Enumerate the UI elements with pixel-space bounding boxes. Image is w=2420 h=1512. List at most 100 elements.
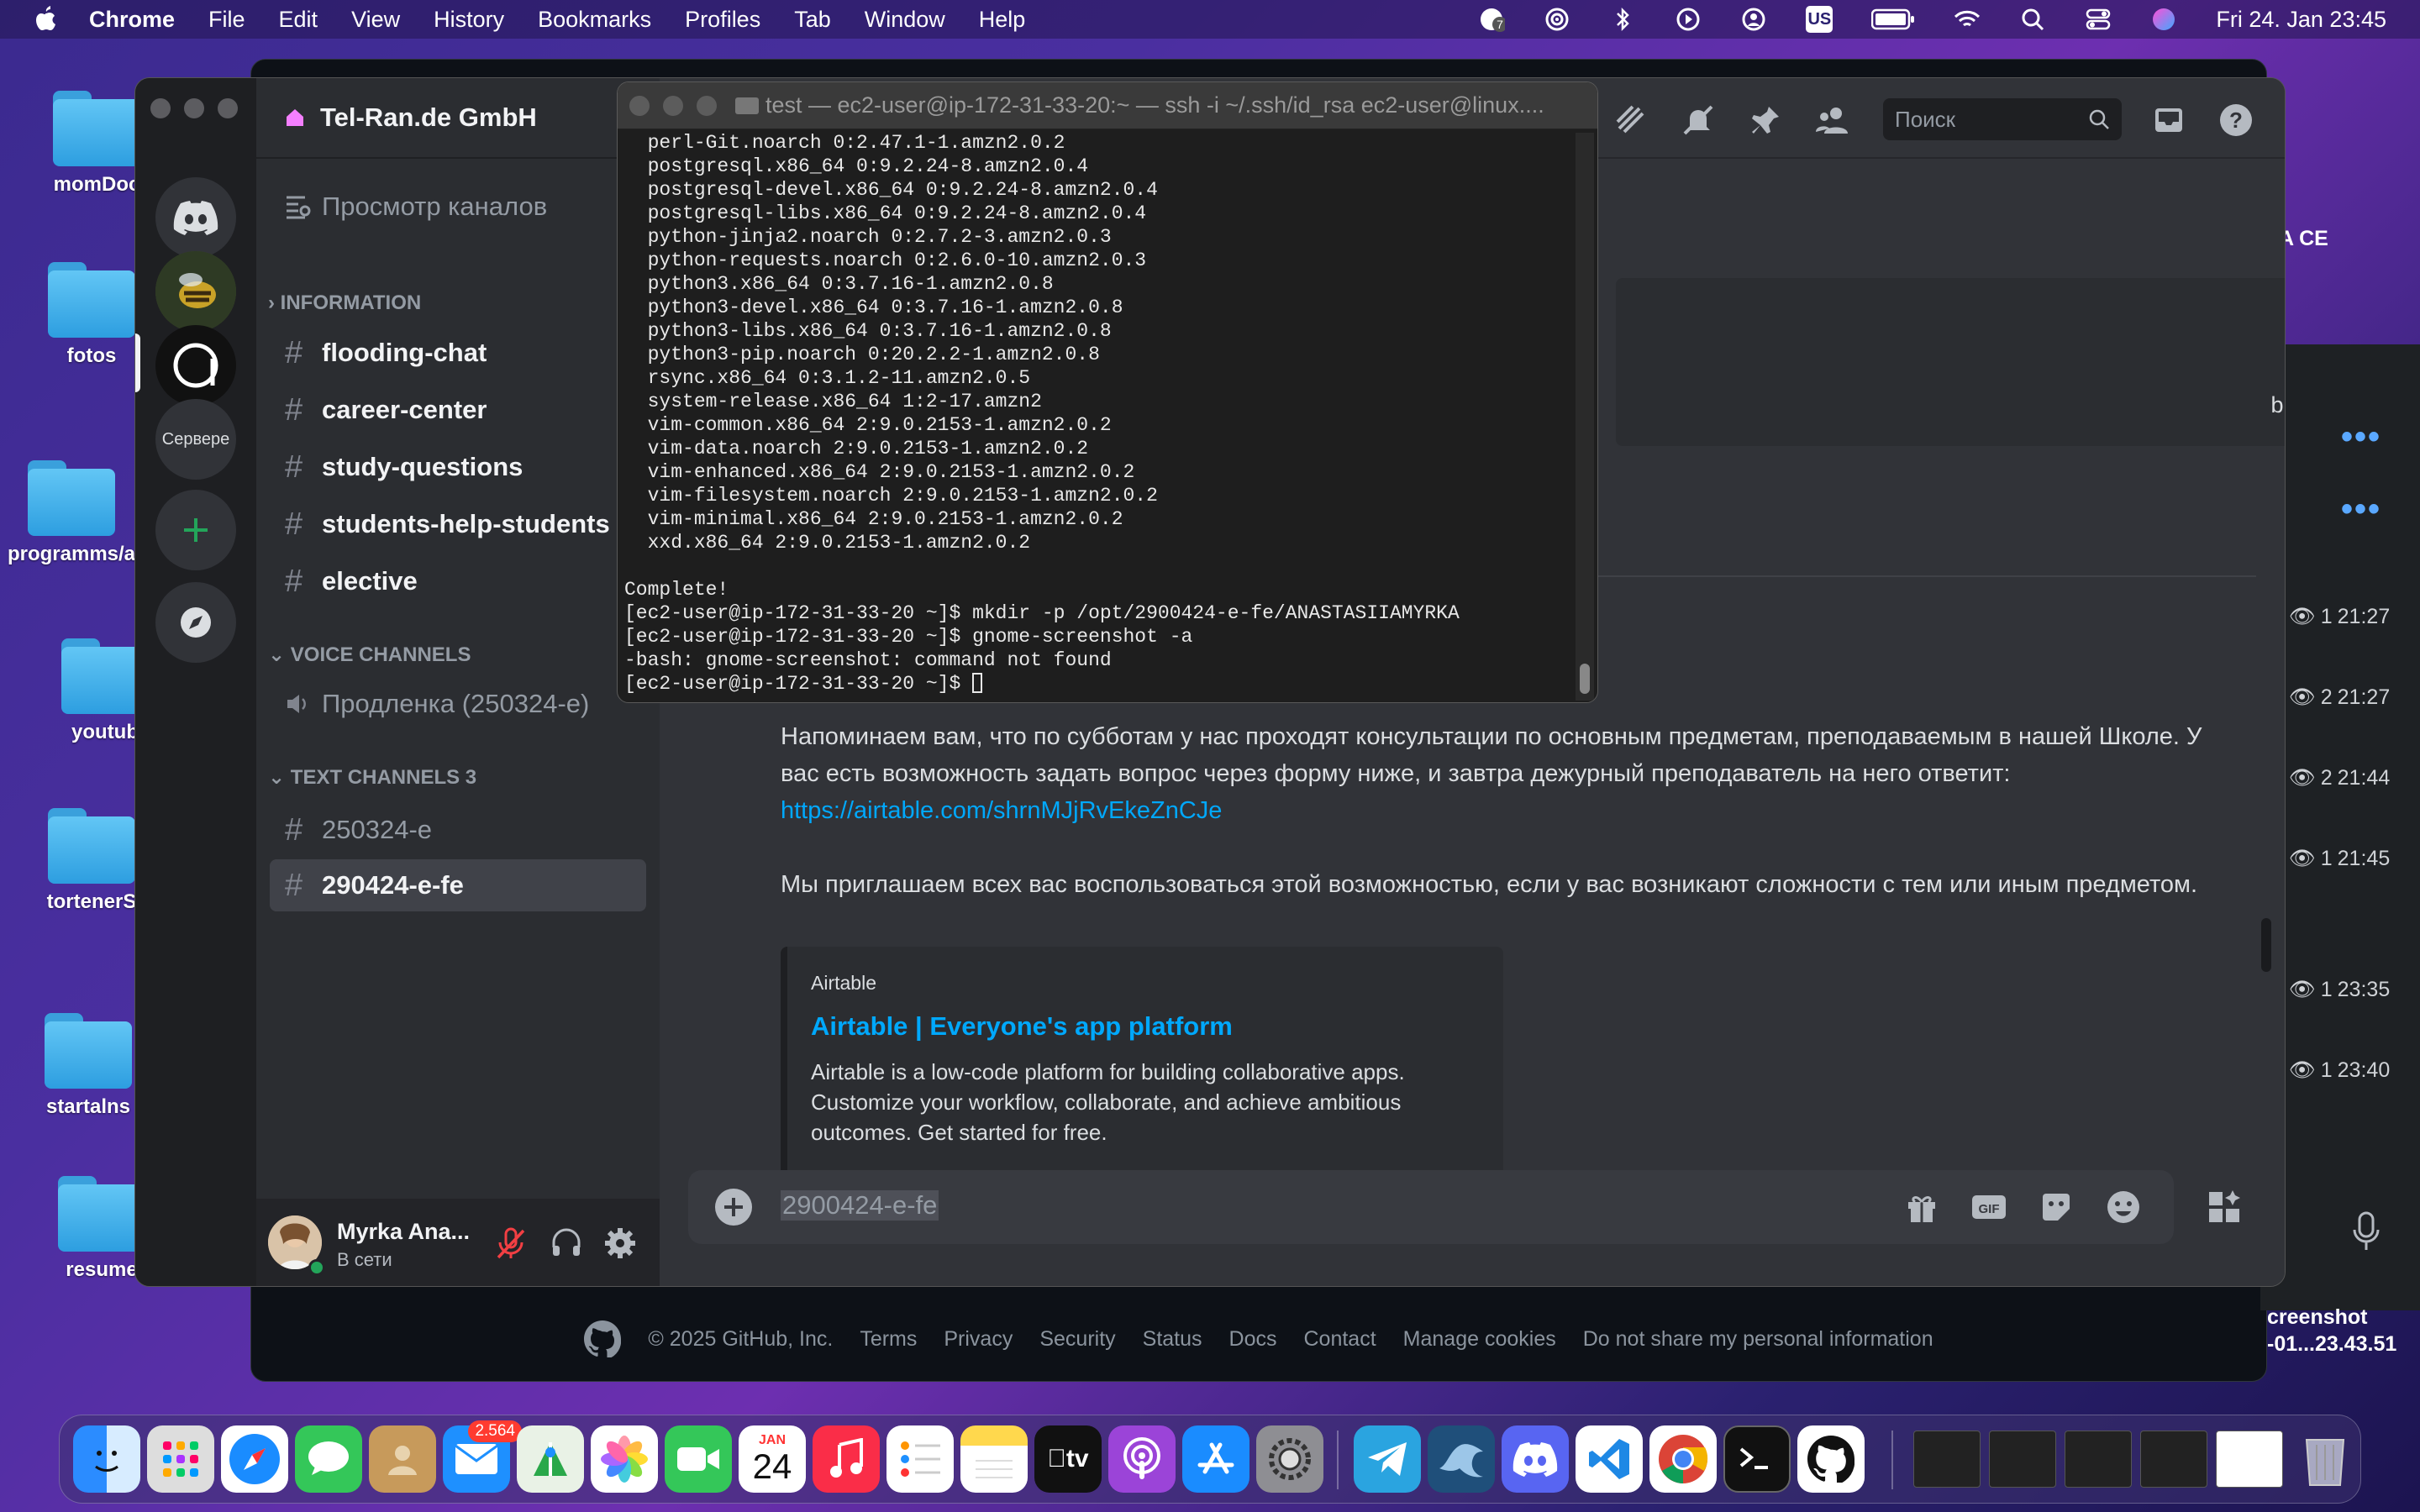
contacts-icon[interactable] <box>369 1425 436 1493</box>
airdrop-icon[interactable] <box>1544 6 1570 33</box>
category-text-channels[interactable]: ⌄ TEXT CHANNELS 3 <box>268 765 476 790</box>
chrome-icon[interactable] <box>1649 1425 1717 1493</box>
message-composer[interactable]: 2900424-e-fe GIF <box>688 1170 2174 1244</box>
headphones-icon[interactable] <box>549 1226 584 1261</box>
menu-history[interactable]: History <box>434 7 504 33</box>
footer-link-privacy[interactable]: Privacy <box>944 1327 1013 1352</box>
category-voice-channels[interactable]: ⌄ VOICE CHANNELS <box>268 643 471 667</box>
finder-icon[interactable] <box>73 1425 140 1493</box>
window-zoom-button[interactable] <box>218 98 238 118</box>
minimized-window-thumbnail[interactable] <box>2216 1431 2283 1488</box>
user-name[interactable]: Myrka Ana... <box>337 1219 470 1245</box>
spotlight-icon[interactable] <box>2019 6 2046 33</box>
gift-icon[interactable] <box>1902 1189 1942 1226</box>
system-settings-icon[interactable] <box>1256 1425 1323 1493</box>
embed-provider[interactable]: Airtable <box>811 972 1480 995</box>
desktop-folder-programms[interactable]: programms/a <box>0 460 143 566</box>
bluetooth-icon[interactable] <box>1609 6 1636 33</box>
mysql-workbench-icon[interactable] <box>1428 1425 1495 1493</box>
channel-flooding-chat[interactable]: # flooding-chat <box>270 327 646 379</box>
menu-profiles[interactable]: Profiles <box>685 7 760 33</box>
server-header[interactable]: Tel-Ran.de GmbH <box>256 78 660 159</box>
terminal-scrollbar[interactable] <box>1576 133 1594 701</box>
menu-help[interactable]: Help <box>979 7 1026 33</box>
menu-app-name[interactable]: Chrome <box>89 7 175 33</box>
menu-view[interactable]: View <box>351 7 400 33</box>
control-center-icon[interactable] <box>2085 6 2112 33</box>
voice-channel-prodlenka[interactable]: Продленка (250324-е) <box>270 678 646 730</box>
terminal-close-button[interactable] <box>629 96 650 116</box>
minimized-window-thumbnail[interactable] <box>2140 1431 2207 1488</box>
keyboard-layout-icon[interactable]: US <box>1806 6 1833 33</box>
attach-plus-icon[interactable] <box>713 1187 754 1227</box>
wifi-icon[interactable] <box>1954 6 1981 33</box>
menu-window[interactable]: Window <box>865 7 945 33</box>
battery-icon[interactable] <box>1871 6 1915 33</box>
apple-tv-icon[interactable]: tv <box>1034 1425 1102 1493</box>
photos-icon[interactable] <box>591 1425 658 1493</box>
microphone-icon[interactable] <box>2349 1210 2383 1253</box>
github-desktop-icon[interactable] <box>1797 1425 1865 1493</box>
minimized-window-thumbnail[interactable] <box>1913 1431 1981 1488</box>
help-icon[interactable]: ? <box>2217 102 2254 139</box>
explore-servers-icon[interactable] <box>155 582 236 663</box>
message-input[interactable]: 2900424-e-fe <box>781 1190 939 1221</box>
reminders-icon[interactable] <box>886 1425 954 1493</box>
window-minimize-button[interactable] <box>184 98 204 118</box>
minimized-window-thumbnail[interactable] <box>1989 1431 2056 1488</box>
more-icon[interactable]: ••• <box>2341 418 2381 456</box>
calendar-icon[interactable]: JAN 24 <box>739 1425 806 1493</box>
footer-link-security[interactable]: Security <box>1039 1327 1115 1352</box>
discord-home-icon[interactable] <box>155 177 236 258</box>
github-logo-icon[interactable] <box>584 1320 622 1357</box>
mail-icon[interactable]: 2.564 <box>443 1420 522 1493</box>
channel-290424-e-fe[interactable]: #290424-e-fe <box>270 859 646 911</box>
desktop-label-right[interactable]: A CE <box>2279 227 2328 251</box>
category-information[interactable]: › INFORMATION <box>268 291 421 315</box>
footer-link-docs[interactable]: Docs <box>1229 1327 1277 1352</box>
footer-link-manage-cookies[interactable]: Manage cookies <box>1403 1327 1556 1352</box>
footer-link-terms[interactable]: Terms <box>860 1327 917 1352</box>
footer-link-status[interactable]: Status <box>1143 1327 1202 1352</box>
notes-icon[interactable] <box>960 1425 1028 1493</box>
channel-students-help-students[interactable]: # students-help-students <box>270 498 646 550</box>
vscode-icon[interactable] <box>1576 1425 1643 1493</box>
desktop-screenshot-file[interactable]: creenshot -01...23.43.51 <box>2267 1304 2396 1357</box>
embed-title[interactable]: Airtable | Everyone's app platform <box>811 1011 1480 1042</box>
menu-file[interactable]: File <box>208 7 245 33</box>
channel-elective[interactable]: # elective <box>270 555 646 607</box>
user-settings-gear-icon[interactable] <box>602 1226 638 1261</box>
inbox-icon[interactable] <box>2150 102 2187 139</box>
apps-icon[interactable] <box>2204 1189 2244 1226</box>
menu-tab[interactable]: Tab <box>794 7 831 33</box>
menu-clock[interactable]: Fri 24. Jan 23:45 <box>2216 7 2386 33</box>
threads-icon[interactable] <box>1612 102 1649 139</box>
channel-250324-e[interactable]: #250324-e <box>270 804 646 856</box>
menu-edit[interactable]: Edit <box>279 7 318 33</box>
mute-microphone-icon[interactable] <box>493 1226 529 1261</box>
airtable-link[interactable]: https://airtable.com/shrnMJjRvEkeZnCJe <box>781 797 1222 824</box>
launchpad-icon[interactable] <box>147 1425 214 1493</box>
play-icon[interactable] <box>1675 6 1702 33</box>
channel-study-questions[interactable]: # study-questions <box>270 441 646 493</box>
safari-icon[interactable] <box>221 1425 288 1493</box>
maps-icon[interactable] <box>517 1425 584 1493</box>
server-guild-text[interactable]: Сервере <box>155 399 236 480</box>
terminal-dock-icon[interactable] <box>1723 1425 1791 1493</box>
messages-icon[interactable] <box>295 1425 362 1493</box>
notifications-icon[interactable]: 7 <box>1478 6 1506 33</box>
trash-icon[interactable] <box>2291 1425 2359 1493</box>
app-store-icon[interactable] <box>1182 1425 1249 1493</box>
channel-career-center[interactable]: # career-center <box>270 384 646 436</box>
gif-icon[interactable]: GIF <box>1969 1189 2009 1226</box>
server-avatar-telran-icon[interactable] <box>155 325 236 406</box>
terminal-minimize-button[interactable] <box>663 96 683 116</box>
user-icon[interactable] <box>1740 6 1767 33</box>
telegram-icon[interactable] <box>1354 1425 1421 1493</box>
server-avatar-bee-icon[interactable] <box>155 251 236 332</box>
notification-settings-icon[interactable] <box>1680 102 1717 139</box>
terminal-output[interactable]: perl-Git.noarch 0:2.47.1-1.amzn2.0.2 pos… <box>624 131 1574 696</box>
footer-link-do-not-share[interactable]: Do not share my personal information <box>1583 1327 1933 1352</box>
member-list-icon[interactable] <box>1814 102 1851 139</box>
music-icon[interactable] <box>813 1425 880 1493</box>
